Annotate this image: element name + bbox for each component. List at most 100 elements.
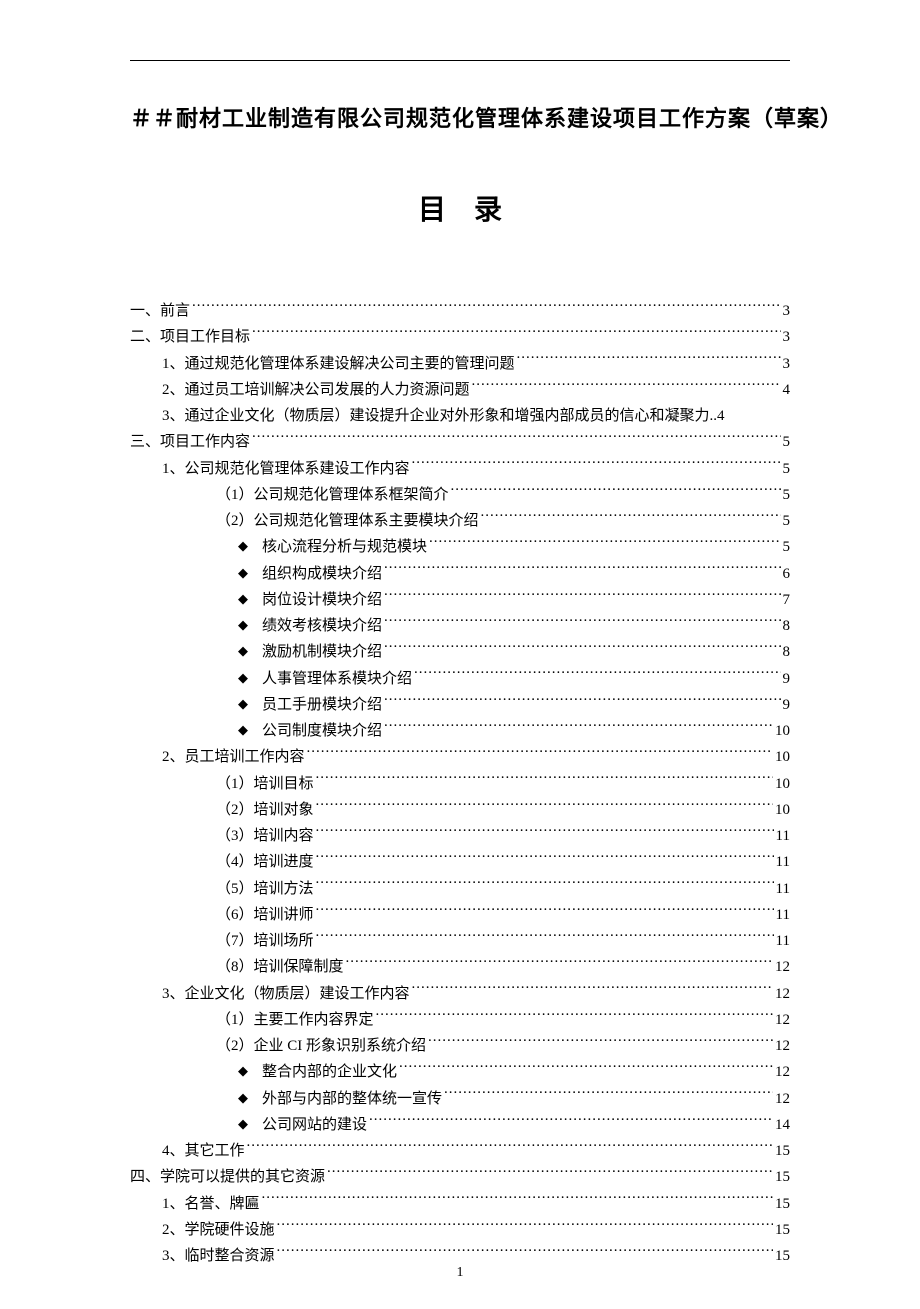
- toc-entry-label: 2、员工培训工作内容: [162, 744, 305, 770]
- toc-entry-page: 3: [783, 351, 791, 377]
- toc-leader: [316, 825, 774, 840]
- toc-leader: [472, 379, 781, 394]
- toc-entry-label: （8）培训保障制度: [216, 954, 344, 980]
- toc-entry: 整合内部的企业文化 12: [130, 1059, 790, 1085]
- toc-entry-label: 外部与内部的整体统一宣传: [256, 1086, 442, 1112]
- toc-leader: [429, 536, 780, 551]
- toc-entry-page: 12: [775, 1059, 790, 1085]
- toc-entry-label: 公司网站的建设: [256, 1112, 367, 1138]
- toc-entry-page: 15: [775, 1164, 790, 1190]
- toc-entry: （6）培训讲师 11: [130, 902, 790, 928]
- toc-leader: [384, 694, 780, 709]
- toc-entry-page: 12: [775, 954, 790, 980]
- toc-entry-label: 2、学院硬件设施: [162, 1217, 275, 1243]
- toc-entry-label: （2）企业 CI 形象识别系统介绍: [216, 1033, 426, 1059]
- toc-entry: （3）培训内容 11: [130, 823, 790, 849]
- toc-leader: [327, 1166, 773, 1181]
- toc-entry-page: 15: [775, 1138, 790, 1164]
- toc-entry-label: 员工手册模块介绍: [256, 692, 382, 718]
- toc-entry: 三、项目工作内容5: [130, 429, 790, 455]
- toc-entry: 1、通过规范化管理体系建设解决公司主要的管理问题 3: [130, 351, 790, 377]
- toc-leader: [384, 641, 780, 656]
- toc-entry-page: 5: [783, 456, 791, 482]
- toc-entry: 一、前言3: [130, 298, 790, 324]
- toc-leader: [346, 956, 773, 971]
- toc-entry: 2、员工培训工作内容 10: [130, 744, 790, 770]
- toc-entry-label: 1、公司规范化管理体系建设工作内容: [162, 456, 410, 482]
- toc-leader: [399, 1061, 773, 1076]
- toc-leader: [277, 1245, 773, 1260]
- toc-entry: 岗位设计模块介绍7: [130, 587, 790, 613]
- toc-entry-page: 6: [783, 561, 791, 587]
- toc-leader: [517, 353, 781, 368]
- toc-entry: （2）培训对象10: [130, 797, 790, 823]
- toc-entry-page: 5: [783, 482, 791, 508]
- diamond-bullet-icon: [238, 562, 256, 585]
- toc-entry-page: 11: [776, 928, 790, 954]
- toc-entry-label: （4）培训进度: [216, 849, 314, 875]
- toc-entry: 外部与内部的整体统一宣传 12: [130, 1086, 790, 1112]
- toc-entry: 组织构成模块介绍6: [130, 561, 790, 587]
- toc-entry: 3、通过企业文化（物质层）建设提升企业对外形象和增强内部成员的信心和凝聚力..4: [130, 403, 790, 429]
- toc-entry-page: 3: [783, 298, 791, 324]
- toc-leader: [247, 1140, 773, 1155]
- toc-entry-label: 1、名誉、牌匾: [162, 1191, 260, 1217]
- toc-entry-page: 9: [783, 692, 791, 718]
- toc-leader: [444, 1088, 773, 1103]
- toc-entry: （2）公司规范化管理体系主要模块介绍5: [130, 508, 790, 534]
- toc-entry-page: 11: [776, 849, 790, 875]
- toc-entry-label: （2）公司规范化管理体系主要模块介绍: [216, 508, 479, 534]
- toc-entry: 四、学院可以提供的其它资源 15: [130, 1164, 790, 1190]
- toc-entry: 1、名誉、牌匾15: [130, 1191, 790, 1217]
- toc-entry: （7）培训场所 11: [130, 928, 790, 954]
- toc-entry-label: 岗位设计模块介绍: [256, 587, 382, 613]
- toc-entry-label: 3、企业文化（物质层）建设工作内容: [162, 981, 410, 1007]
- toc-entry-page: 11: [776, 823, 790, 849]
- toc-entry: （1）公司规范化管理体系框架简介 5: [130, 482, 790, 508]
- toc-entry-page: 10: [775, 744, 790, 770]
- toc-entry-page: 3: [783, 324, 791, 350]
- toc-entry-label: （3）培训内容: [216, 823, 314, 849]
- toc-entry-label: （2）培训对象: [216, 797, 314, 823]
- toc-entry-page: 12: [775, 1033, 790, 1059]
- toc-leader: [451, 484, 781, 499]
- toc-entry-page: 11: [776, 902, 790, 928]
- toc-entry-label: 二、项目工作目标: [130, 324, 250, 350]
- diamond-bullet-icon: [238, 719, 256, 742]
- toc-entry: 2、通过员工培训解决公司发展的人力资源问题4: [130, 377, 790, 403]
- toc-entry: 公司制度模块介绍10: [130, 718, 790, 744]
- toc-entry-label: （1）培训目标: [216, 771, 314, 797]
- toc-leader: [316, 878, 774, 893]
- toc-leader: [316, 773, 773, 788]
- toc-leader: [384, 720, 773, 735]
- toc-entry-label: （7）培训场所: [216, 928, 314, 954]
- doc-title: ＃＃耐材工业制造有限公司规范化管理体系建设项目工作方案（草案）: [130, 101, 790, 133]
- top-rule: [130, 60, 790, 61]
- toc-entry-label: （1）主要工作内容界定: [216, 1007, 374, 1033]
- toc-leader: [384, 615, 780, 630]
- toc-entry-label: （5）培训方法: [216, 876, 314, 902]
- toc-leader: [414, 668, 780, 683]
- toc-leader-short: ..: [710, 403, 718, 429]
- toc-entry-page: 4: [783, 377, 791, 403]
- toc-entry-page: 12: [775, 1086, 790, 1112]
- toc-entry-label: （6）培训讲师: [216, 902, 314, 928]
- toc-heading: 目录: [130, 188, 790, 228]
- diamond-bullet-icon: [238, 1060, 256, 1083]
- toc-entry-label: 整合内部的企业文化: [256, 1059, 397, 1085]
- diamond-bullet-icon: [238, 614, 256, 637]
- diamond-bullet-icon: [238, 693, 256, 716]
- toc-entry-label: 公司制度模块介绍: [256, 718, 382, 744]
- toc-entry-label: 四、学院可以提供的其它资源: [130, 1164, 325, 1190]
- toc-entry: （4）培训进度 11: [130, 849, 790, 875]
- toc-entry: 2、学院硬件设施 15: [130, 1217, 790, 1243]
- toc-entry-page: 4: [717, 403, 725, 429]
- toc-entry-label: （1）公司规范化管理体系框架简介: [216, 482, 449, 508]
- toc-entry-label: 1、通过规范化管理体系建设解决公司主要的管理问题: [162, 351, 515, 377]
- toc-leader: [307, 746, 773, 761]
- toc-leader: [412, 458, 781, 473]
- toc-entry-page: 15: [775, 1217, 790, 1243]
- document-page: ＃＃耐材工业制造有限公司规范化管理体系建设项目工作方案（草案） 目录 一、前言3…: [0, 0, 920, 1309]
- toc-entry: 绩效考核模块介绍8: [130, 613, 790, 639]
- toc-entry-page: 11: [776, 876, 790, 902]
